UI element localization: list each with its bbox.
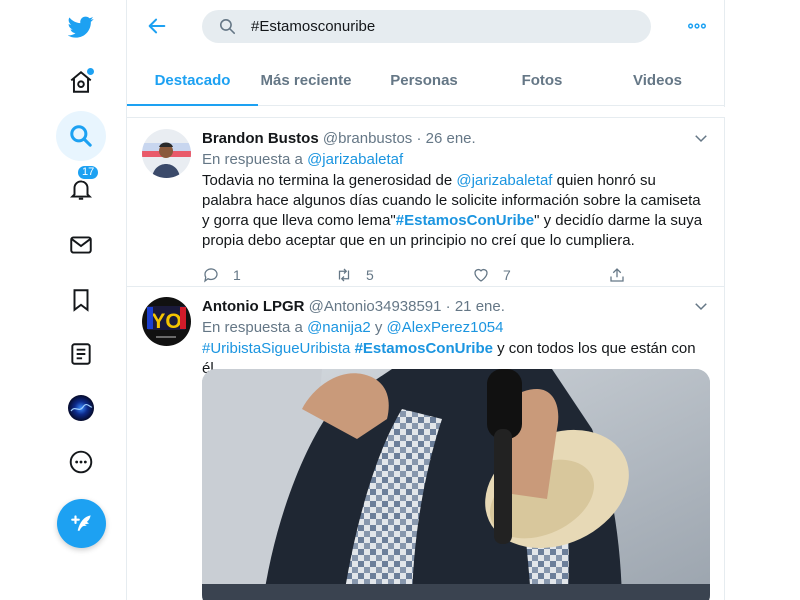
messages-envelope-icon[interactable] <box>56 220 106 270</box>
hashtag-link[interactable]: #EstamosConUribe <box>396 212 534 229</box>
mention-link[interactable]: @jarizabaletaf <box>456 172 552 189</box>
tweet-header: Brandon Bustos @branbustos · 26 ene. <box>202 129 710 149</box>
tab-videos[interactable]: Videos <box>590 56 725 105</box>
reply-context: En respuesta a @jarizabaletaf <box>202 150 710 170</box>
tweet-body: Antonio LPGR @Antonio34938591 · 21 ene. … <box>202 297 710 379</box>
tweet-date[interactable]: 26 ene. <box>426 130 476 147</box>
share-button[interactable] <box>608 266 639 284</box>
chevron-down-icon[interactable] <box>692 297 710 315</box>
search-icon <box>219 18 236 35</box>
retweet-button[interactable]: 5 <box>335 266 374 284</box>
author-handle[interactable]: @branbustos <box>323 130 412 147</box>
search-input[interactable]: #Estamosconuribe <box>202 10 651 43</box>
more-dots-icon[interactable] <box>683 12 711 40</box>
twitter-logo-icon[interactable] <box>56 2 106 52</box>
main-column: #Estamosconuribe Destacado Más reciente … <box>126 0 725 600</box>
search-tabs: Destacado Más reciente Personas Fotos Vi… <box>127 56 725 106</box>
home-icon[interactable] <box>56 57 106 107</box>
separator: · <box>412 130 426 147</box>
separator: · <box>441 298 455 315</box>
back-arrow-icon[interactable] <box>143 12 171 40</box>
heart-icon <box>474 268 488 282</box>
tweet-date[interactable]: 21 ene. <box>455 298 505 315</box>
explore-search-icon[interactable] <box>56 111 106 161</box>
notifications-bell-icon[interactable]: 17 <box>56 164 106 214</box>
reply-and: y <box>370 319 387 336</box>
author-name[interactable]: Antonio LPGR <box>202 298 304 315</box>
tab-personas[interactable]: Personas <box>354 56 494 105</box>
notifications-badge: 17 <box>76 164 101 181</box>
reply-button[interactable]: 1 <box>202 266 241 284</box>
more-options-circle-icon[interactable] <box>56 437 106 487</box>
avatar[interactable] <box>142 129 191 178</box>
tweet-card[interactable]: Brandon Bustos @branbustos · 26 ene. En … <box>127 119 725 287</box>
hashtag-link[interactable]: #UribistaSigueUribista <box>202 340 350 357</box>
share-icon <box>610 268 624 282</box>
author-name[interactable]: Brandon Bustos <box>202 130 319 147</box>
avatar[interactable]: YO <box>142 297 191 346</box>
tab-fotos[interactable]: Fotos <box>494 56 590 105</box>
sidebar-nav: 17 <box>0 0 126 600</box>
tab-mas-reciente[interactable]: Más reciente <box>258 56 354 105</box>
tab-destacado[interactable]: Destacado <box>127 56 258 106</box>
bookmarks-icon[interactable] <box>56 275 106 325</box>
profile-avatar-icon[interactable] <box>56 383 106 433</box>
new-content-dot <box>87 68 94 75</box>
top-bar: #Estamosconuribe <box>127 0 725 54</box>
reply-mention[interactable]: @jarizabaletaf <box>307 151 403 168</box>
hashtag-link[interactable]: #EstamosConUribe <box>355 340 493 357</box>
compose-tweet-button[interactable] <box>57 499 106 548</box>
like-button[interactable]: 7 <box>472 266 511 284</box>
feather-plus-icon <box>70 514 91 531</box>
reply-mention[interactable]: @nanija2 <box>307 319 371 336</box>
feed-separator <box>127 107 725 118</box>
tweet-media-image[interactable] <box>202 369 710 600</box>
chevron-down-icon[interactable] <box>692 129 710 147</box>
reply-bubble-icon <box>204 268 218 283</box>
text-part: Todavia no termina la generosidad de <box>202 172 457 189</box>
tweet-header: Antonio LPGR @Antonio34938591 · 21 ene. <box>202 297 710 317</box>
retweet-icon <box>338 268 350 282</box>
reply-prefix: En respuesta a <box>202 319 308 336</box>
reply-mention[interactable]: @AlexPerez1054 <box>387 319 504 336</box>
photo-man-with-hat-and-microphone <box>202 369 710 600</box>
tweet-actions: 1 5 7 <box>202 266 710 286</box>
tweet-text: Todavia no termina la generosidad de @ja… <box>202 171 710 251</box>
like-count: 7 <box>503 267 511 283</box>
author-handle[interactable]: @Antonio34938591 <box>309 298 442 315</box>
tweet-body: Brandon Bustos @branbustos · 26 ene. En … <box>202 129 710 286</box>
reply-count: 1 <box>233 267 241 283</box>
reply-prefix: En respuesta a <box>202 151 308 168</box>
lists-icon[interactable] <box>56 329 106 379</box>
retweet-count: 5 <box>366 267 374 283</box>
reply-context: En respuesta a @nanija2 y @AlexPerez1054 <box>202 318 710 338</box>
avatar-yo-text: YO <box>151 310 181 333</box>
search-query: #Estamosconuribe <box>251 18 376 35</box>
